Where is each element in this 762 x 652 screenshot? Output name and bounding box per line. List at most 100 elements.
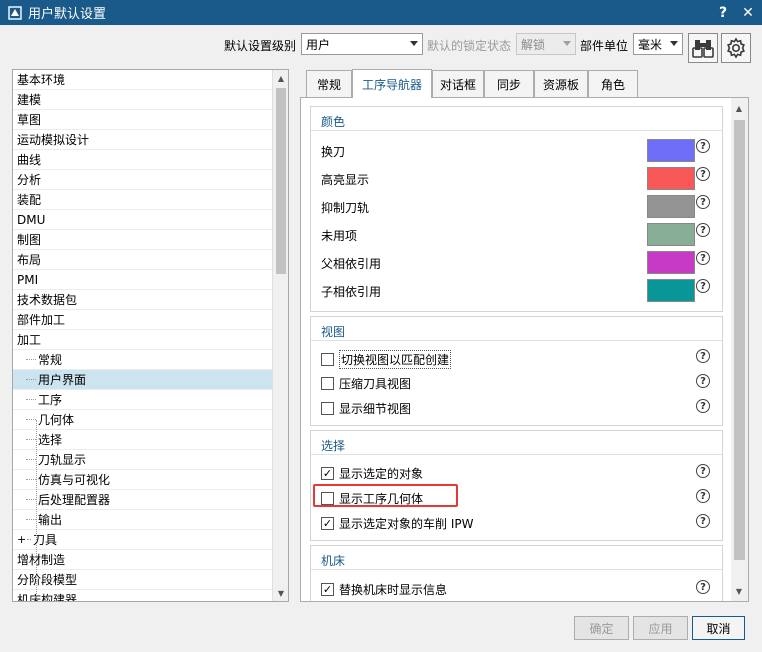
tree-item-label: 刀轨显示 [38,453,87,467]
color-swatch[interactable] [647,223,695,246]
color-swatch[interactable] [647,139,695,162]
tree-item[interactable]: 常规 [13,350,272,370]
checkbox[interactable]: ✓ [321,517,334,530]
checkbox-row[interactable]: ✓ 显示选定的对象 [321,465,423,482]
checkbox[interactable] [321,353,334,366]
tree-item[interactable]: 部件加工 [13,310,272,330]
help-icon[interactable]: ? [696,514,710,528]
find-button[interactable] [688,33,718,63]
tab-operation-navigator[interactable]: 工序导航器 [352,69,432,98]
tree-item[interactable]: + 刀具 [13,530,272,550]
help-icon[interactable]: ? [696,251,710,265]
tree-item[interactable]: 制图 [13,230,272,250]
help-icon[interactable]: ? [696,139,710,153]
cancel-button[interactable]: 取消 [692,616,745,640]
lock-select[interactable]: 解锁 [516,33,576,55]
tree-scrollbar[interactable]: ▲ ▼ [272,70,288,601]
checkbox-row[interactable]: 压缩刀具视图 [321,375,411,392]
scroll-down-icon[interactable]: ▼ [731,583,747,599]
tree-item-label: 工序 [38,393,63,407]
color-swatch[interactable] [647,251,695,274]
tree-item[interactable]: 分阶段模型 [13,570,272,590]
help-icon[interactable]: ? [696,399,710,413]
color-swatch[interactable] [647,167,695,190]
checkbox[interactable]: ✓ [321,467,334,480]
tree-item[interactable]: DMU [13,210,272,230]
expand-icon[interactable]: + [17,533,27,546]
tab-dialog[interactable]: 对话框 [432,70,484,97]
tab-resource-bar[interactable]: 资源板 [534,70,588,97]
help-icon[interactable]: ? [696,374,710,388]
scroll-down-icon[interactable]: ▼ [273,585,288,601]
tab-role[interactable]: 角色 [588,70,638,97]
help-button[interactable]: ? [712,0,734,25]
tree-item[interactable]: 基本环境 [13,70,272,90]
help-icon[interactable]: ? [696,349,710,363]
tree-item[interactable]: 加工 [13,330,272,350]
unit-select[interactable]: 毫米 [633,33,683,55]
ok-button[interactable]: 确定 [574,616,629,640]
tree-item[interactable]: 增材制造 [13,550,272,570]
chevron-down-icon [563,41,571,46]
checkbox[interactable]: ✓ [321,583,334,596]
tree-item[interactable]: 工序 [13,390,272,410]
tree-scroll-thumb[interactable] [276,88,286,274]
view-group: 视图 切换视图以匹配创建 ? 压缩刀具视图 ? 显示细节视图 ? [310,316,723,426]
scroll-up-icon[interactable]: ▲ [731,100,747,116]
tree-item-label: 选择 [38,433,63,447]
tree-item[interactable]: 刀轨显示 [13,450,272,470]
level-select[interactable]: 用户 [301,33,423,55]
help-icon[interactable]: ? [696,195,710,209]
color-swatch[interactable] [647,279,695,302]
tree-item[interactable]: 用户界面 [13,370,272,390]
help-icon[interactable]: ? [696,167,710,181]
tree-item[interactable]: 曲线 [13,150,272,170]
tree-item-label: 增材制造 [17,553,66,567]
color-label: 高亮显示 [321,173,370,187]
apply-button[interactable]: 应用 [633,616,688,640]
app-icon [8,5,22,20]
help-icon[interactable]: ? [696,489,710,503]
checkbox-row[interactable]: 切换视图以匹配创建 [321,350,452,369]
tree-item[interactable]: 选择 [13,430,272,450]
group-title-machine: 机床 [321,554,346,568]
settings-button[interactable] [721,33,751,63]
binoculars-icon [692,40,714,58]
tree-item[interactable]: 技术数据包 [13,290,272,310]
panel-scroll-thumb[interactable] [734,120,745,560]
color-label: 未用项 [321,229,358,243]
checkbox-row[interactable]: 显示细节视图 [321,400,411,417]
tree-item[interactable]: PMI [13,270,272,290]
checkbox[interactable] [321,377,334,390]
tree-item[interactable]: 几何体 [13,410,272,430]
tree-item-label: 几何体 [38,413,75,427]
tab-sync[interactable]: 同步 [484,70,534,97]
tree-item-label: 运动模拟设计 [17,133,90,147]
scroll-up-icon[interactable]: ▲ [273,70,288,86]
help-icon[interactable]: ? [696,580,710,594]
checkbox-row[interactable]: ✓ 显示选定对象的车削 IPW [321,515,473,532]
color-swatch[interactable] [647,195,695,218]
help-icon[interactable]: ? [696,279,710,293]
tree-item[interactable]: 输出 [13,510,272,530]
tree-item[interactable]: 运动模拟设计 [13,130,272,150]
tree-item[interactable]: 装配 [13,190,272,210]
tree-item[interactable]: 仿真与可视化 [13,470,272,490]
level-select-value: 用户 [306,37,331,52]
group-title-selection: 选择 [321,439,346,453]
tab-general[interactable]: 常规 [306,70,352,97]
tree-item[interactable]: 机床构建器 [13,590,272,601]
tree-item[interactable]: 建模 [13,90,272,110]
checkbox-row[interactable]: ✓ 替换机床时显示信息 [321,581,447,598]
unit-select-value: 毫米 [638,37,663,52]
checkbox[interactable] [321,402,334,415]
tree-item[interactable]: 分析 [13,170,272,190]
help-icon[interactable]: ? [696,464,710,478]
tree-item-label: 装配 [17,193,42,207]
close-button[interactable]: ✕ [737,0,759,25]
panel-scrollbar[interactable]: ▲ ▼ [731,98,748,601]
tree-item[interactable]: 草图 [13,110,272,130]
tree-item[interactable]: 后处理配置器 [13,490,272,510]
help-icon[interactable]: ? [696,223,710,237]
tree-item[interactable]: 布局 [13,250,272,270]
